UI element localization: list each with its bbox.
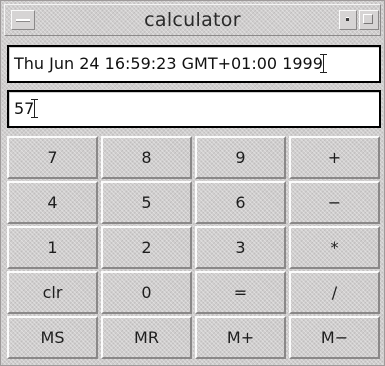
- key-multiply[interactable]: *: [289, 226, 380, 269]
- key-5[interactable]: 5: [101, 181, 192, 224]
- key-memory-store[interactable]: MS: [7, 316, 98, 359]
- key-memory-recall[interactable]: MR: [101, 316, 192, 359]
- display-value: 57: [14, 99, 35, 118]
- maximize-glyph: [363, 14, 373, 24]
- key-2[interactable]: 2: [101, 226, 192, 269]
- window-title: calculator: [144, 9, 241, 31]
- key-9[interactable]: 9: [195, 136, 286, 179]
- key-memory-add[interactable]: M+: [195, 316, 286, 359]
- key-3[interactable]: 3: [195, 226, 286, 269]
- minimize-glyph: [346, 17, 349, 21]
- date-field-text: Thu Jun 24 16:59:23 GMT+01:00 1999: [14, 54, 323, 73]
- calculator-window: calculator Thu Jun 24 16:59:23 GMT+01:00…: [0, 0, 385, 366]
- text-caret: [31, 99, 41, 118]
- key-memory-subtract[interactable]: M−: [289, 316, 380, 359]
- key-plus[interactable]: +: [289, 136, 380, 179]
- key-equals[interactable]: =: [195, 271, 286, 314]
- title-bar[interactable]: calculator: [4, 4, 381, 36]
- key-minus[interactable]: −: [289, 181, 380, 224]
- text-caret: [319, 54, 330, 73]
- key-clear[interactable]: clr: [7, 271, 98, 314]
- minimize-icon[interactable]: [339, 10, 357, 30]
- calculator-display[interactable]: 57: [7, 90, 381, 128]
- keypad: 7 8 9 + 4 5 6 − 1 2 3 * clr 0 = / MS MR …: [7, 136, 381, 361]
- key-1[interactable]: 1: [7, 226, 98, 269]
- key-7[interactable]: 7: [7, 136, 98, 179]
- key-8[interactable]: 8: [101, 136, 192, 179]
- date-field[interactable]: Thu Jun 24 16:59:23 GMT+01:00 1999: [7, 45, 381, 83]
- key-4[interactable]: 4: [7, 181, 98, 224]
- maximize-icon[interactable]: [359, 10, 379, 30]
- key-0[interactable]: 0: [101, 271, 192, 314]
- key-6[interactable]: 6: [195, 181, 286, 224]
- key-divide[interactable]: /: [289, 271, 380, 314]
